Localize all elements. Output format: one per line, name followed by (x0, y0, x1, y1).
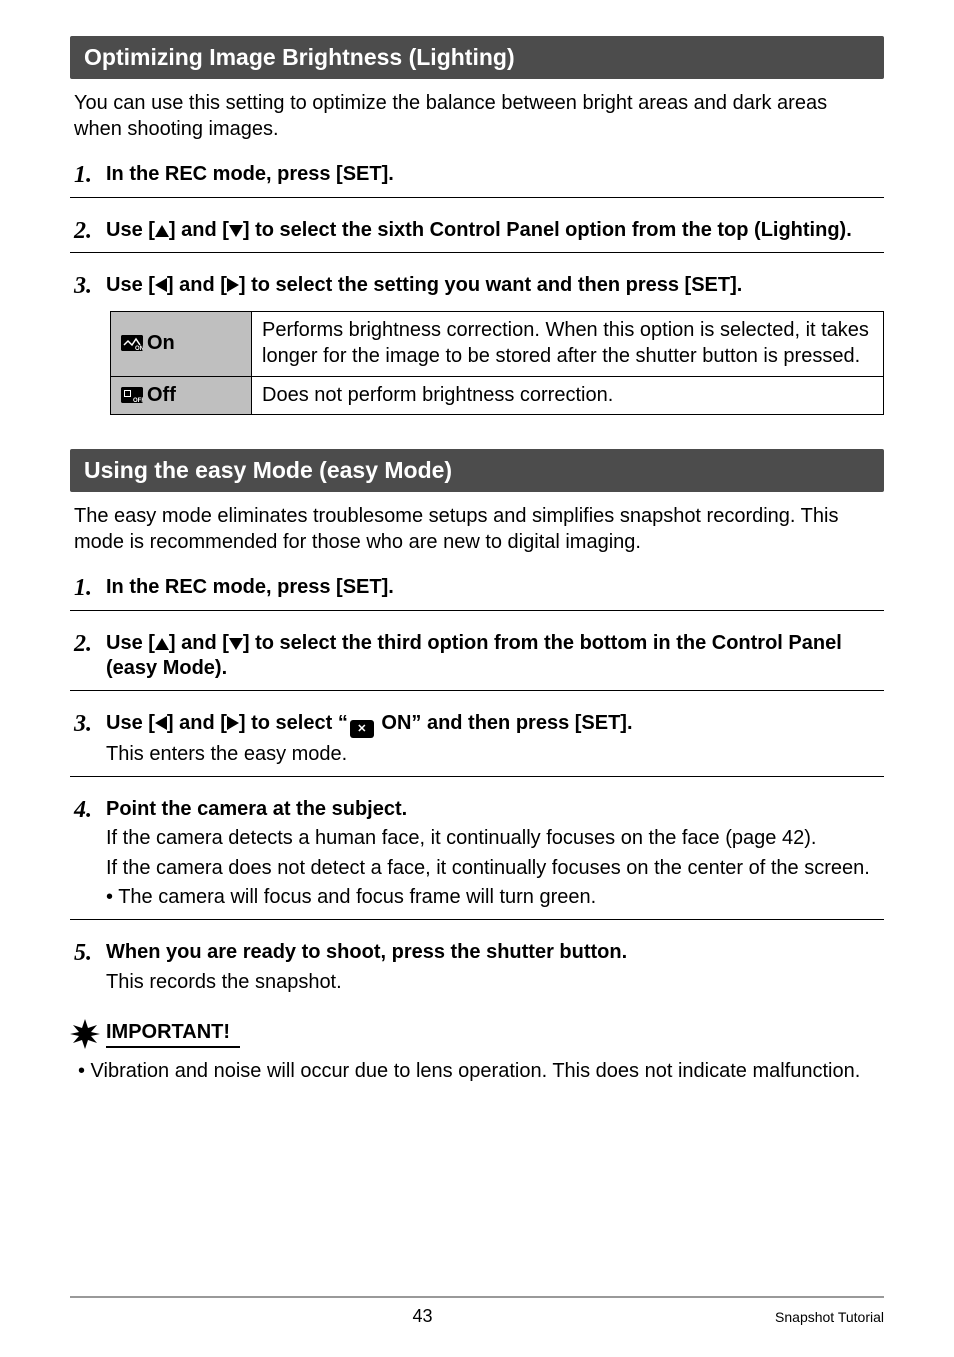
easy-step-1: 1. In the REC mode, press [SET]. (70, 575, 884, 601)
lighting-settings-table: ON On Performs brightness correction. Wh… (110, 311, 884, 415)
step-number: 1. (74, 162, 106, 188)
up-arrow-icon (155, 638, 169, 650)
step-sub-text: If the camera detects a human face, it c… (106, 826, 880, 852)
lighting-step-1: 1. In the REC mode, press [SET]. (70, 162, 884, 188)
lighting-step-3: 3. Use [ ] and [ ] to select the setting y… (70, 273, 884, 299)
lighting-off-icon: OFF (121, 387, 143, 403)
up-arrow-icon (155, 225, 169, 237)
easy-step-4: 4. Point the camera at the subject. If t… (70, 797, 884, 911)
text-fragment: Use [ (106, 632, 155, 654)
step-text: Use [ ] and [ ] to select “✕ ON” and then … (106, 711, 880, 768)
text-fragment: ] to select the sixth Control Panel opti… (243, 219, 852, 241)
footer-section-title: Snapshot Tutorial (775, 1309, 884, 1325)
page-number: 43 (70, 1306, 775, 1327)
step-text: Point the camera at the subject. If the … (106, 797, 880, 911)
text-fragment: Use [ (106, 219, 155, 241)
manual-page: Optimizing Image Brightness (Lighting) Y… (0, 0, 954, 1357)
easy-step-5: 5. When you are ready to shoot, press th… (70, 940, 884, 995)
text-fragment: ] and [ (167, 712, 227, 734)
setting-on-desc: Performs brightness correction. When thi… (252, 312, 884, 376)
setting-off-label: OFF Off (111, 376, 252, 415)
important-bullet: • Vibration and noise will occur due to … (70, 1059, 884, 1085)
text-fragment: ] to select the setting you want and the… (239, 274, 742, 296)
footer-divider (70, 1296, 884, 1298)
step-sub-text: If the camera does not detect a face, it… (106, 856, 880, 882)
step-number: 5. (74, 940, 106, 966)
text-fragment: Use [ (106, 274, 155, 296)
lighting-intro: You can use this setting to optimize the… (74, 91, 880, 142)
label-text: On (147, 332, 175, 354)
table-row: OFF Off Does not perform brightness corr… (111, 376, 884, 415)
down-arrow-icon (229, 225, 243, 237)
svg-text:ON: ON (135, 346, 143, 351)
step-number: 1. (74, 575, 106, 601)
left-arrow-icon (155, 278, 167, 292)
important-heading: IMPORTANT! (70, 1019, 884, 1049)
divider (70, 197, 884, 198)
step-number: 2. (74, 631, 106, 657)
text-fragment: ] and [ (169, 219, 229, 241)
right-arrow-icon (227, 278, 239, 292)
divider (70, 252, 884, 253)
text-fragment: When you are ready to shoot, press the s… (106, 941, 627, 963)
easy-step-3: 3. Use [ ] and [ ] to select “✕ ON” and th… (70, 711, 884, 768)
step-text: When you are ready to shoot, press the s… (106, 940, 880, 995)
step-text: In the REC mode, press [SET]. (106, 575, 880, 601)
table-row: ON On Performs brightness correction. Wh… (111, 312, 884, 376)
step-text: In the REC mode, press [SET]. (106, 162, 880, 188)
step-number: 2. (74, 218, 106, 244)
down-arrow-icon (229, 638, 243, 650)
step-number: 3. (74, 273, 106, 299)
section-title-easy: Using the easy Mode (easy Mode) (70, 449, 884, 492)
text-fragment: ] and [ (167, 274, 227, 296)
important-label: IMPORTANT! (106, 1021, 240, 1048)
easy-step-2: 2. Use [] and [] to select the third opt… (70, 631, 884, 682)
section-title-lighting: Optimizing Image Brightness (Lighting) (70, 36, 884, 79)
step-number: 3. (74, 711, 106, 737)
step-text: Use [ ] and [ ] to select the sixth Contro… (106, 218, 880, 244)
lighting-on-icon: ON (121, 335, 143, 351)
easy-mode-icon: ✕ (350, 720, 374, 738)
step-text: Use [] and [] to select the third option… (106, 631, 880, 682)
label-text: Off (147, 384, 176, 406)
page-footer: 43 Snapshot Tutorial (70, 1296, 884, 1327)
step-number: 4. (74, 797, 106, 823)
lighting-step-2: 2. Use [ ] and [ ] to select the sixth Con… (70, 218, 884, 244)
text-fragment: Use [ (106, 712, 155, 734)
text-fragment: ] to select “ (239, 712, 348, 734)
left-arrow-icon (155, 716, 167, 730)
step-bullet: • The camera will focus and focus frame … (106, 885, 880, 911)
divider (70, 919, 884, 920)
divider (70, 776, 884, 777)
svg-text:OFF: OFF (133, 398, 143, 403)
text-fragment: ] and [ (169, 632, 229, 654)
right-arrow-icon (227, 716, 239, 730)
divider (70, 690, 884, 691)
step-text: Use [ ] and [ ] to select the setting you … (106, 273, 880, 299)
text-fragment: Point the camera at the subject. (106, 798, 407, 820)
easy-intro: The easy mode eliminates troublesome set… (74, 504, 880, 555)
text-fragment: ON” and then press [SET]. (376, 712, 633, 734)
divider (70, 610, 884, 611)
step-sub-text: This records the snapshot. (106, 970, 880, 996)
important-burst-icon (70, 1019, 100, 1049)
setting-on-label: ON On (111, 312, 252, 376)
setting-off-desc: Does not perform brightness correction. (252, 376, 884, 415)
step-sub-text: This enters the easy mode. (106, 742, 880, 768)
